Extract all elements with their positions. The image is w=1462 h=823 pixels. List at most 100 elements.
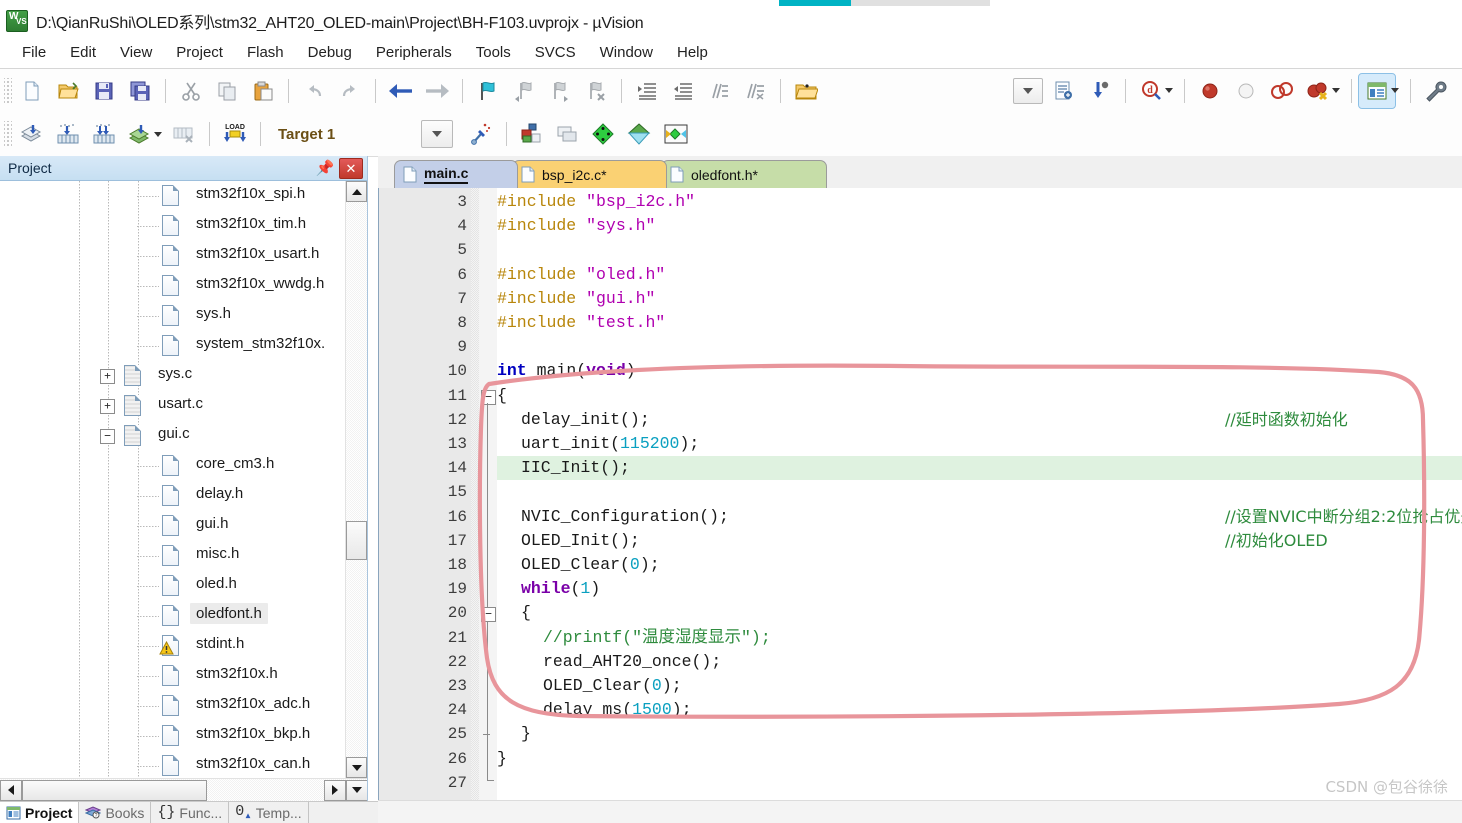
window-layout-caret-icon[interactable] xyxy=(1391,88,1399,93)
navigate-back-icon[interactable] xyxy=(383,74,419,108)
batch-build-caret-icon[interactable] xyxy=(154,131,162,137)
breakpoint-disable-icon[interactable] xyxy=(1228,74,1264,108)
editor-tab-oledfonth[interactable]: oledfont.h* xyxy=(661,160,827,188)
menu-item-debug[interactable]: Debug xyxy=(296,41,364,64)
find-in-files-icon[interactable] xyxy=(788,74,824,108)
menu-item-project[interactable]: Project xyxy=(164,41,235,64)
bookmark-next-icon[interactable] xyxy=(542,74,578,108)
tree-item[interactable]: core_cm3.h xyxy=(0,451,339,481)
scroll-right-button[interactable] xyxy=(324,779,346,801)
project-tree-vertical-scrollbar[interactable] xyxy=(345,181,367,778)
hscroll-thumb[interactable] xyxy=(22,779,207,801)
menu-item-svcs[interactable]: SVCS xyxy=(523,41,588,64)
tree-item[interactable]: delay.h xyxy=(0,481,339,511)
build-toolbar-grip[interactable] xyxy=(4,121,12,147)
tree-item[interactable]: stm32f10x_spi.h xyxy=(0,181,339,211)
tree-item[interactable]: stm32f10x_bkp.h xyxy=(0,721,339,751)
dropdown-toggle-icon[interactable] xyxy=(1010,74,1046,108)
stop-build-icon[interactable] xyxy=(166,117,202,151)
editor-tab-bspi2cc[interactable]: bsp_i2c.c* xyxy=(512,160,667,188)
open-file-icon[interactable] xyxy=(50,74,86,108)
breakpoint-insert-icon[interactable] xyxy=(1192,74,1228,108)
tree-item[interactable]: stm32f10x_usart.h xyxy=(0,241,339,271)
close-icon[interactable]: ✕ xyxy=(339,157,363,179)
uncomment-icon[interactable] xyxy=(737,74,773,108)
bookmark-toggle-icon[interactable] xyxy=(470,74,506,108)
bookmark-prev-icon[interactable] xyxy=(506,74,542,108)
toolbar-grip[interactable] xyxy=(4,77,12,104)
scroll-up-button[interactable] xyxy=(346,181,367,202)
batch-build-icon[interactable] xyxy=(122,117,158,151)
panel-tab-project[interactable]: Project xyxy=(0,801,80,823)
target-options-icon[interactable] xyxy=(463,117,499,151)
software-packs-icon[interactable] xyxy=(658,117,694,151)
tree-item[interactable]: gui.h xyxy=(0,511,339,541)
tree-item[interactable]: + sys.c xyxy=(0,361,339,391)
tree-item[interactable]: stdint.h xyxy=(0,631,339,661)
menu-item-edit[interactable]: Edit xyxy=(58,41,108,64)
target-dropdown-button[interactable] xyxy=(421,120,454,148)
rebuild-icon[interactable] xyxy=(86,117,122,151)
tree-item[interactable]: stm32f10x_adc.h xyxy=(0,691,339,721)
breakpoint-disable-all-icon[interactable] xyxy=(1264,74,1300,108)
download-icon[interactable]: LOAD xyxy=(217,117,253,151)
indent-left-icon[interactable] xyxy=(665,74,701,108)
target-selector[interactable]: Target 1 xyxy=(268,126,345,143)
fold-collapse-while[interactable]: − xyxy=(481,607,496,623)
menu-item-view[interactable]: View xyxy=(108,41,164,64)
editor-tab-mainc[interactable]: main.c xyxy=(394,160,518,188)
translate-icon[interactable] xyxy=(14,117,50,151)
panel-tab-func[interactable]: {} Func... xyxy=(151,801,230,823)
tree-item[interactable]: stm32f10x.h xyxy=(0,661,339,691)
menu-item-peripherals[interactable]: Peripherals xyxy=(364,41,464,64)
copy-icon[interactable] xyxy=(209,74,245,108)
bookmark-clear-icon[interactable] xyxy=(578,74,614,108)
breakpoints-dropdown-caret-icon[interactable] xyxy=(1332,88,1340,93)
fold-collapse-main[interactable]: − xyxy=(481,389,496,405)
pin-icon[interactable]: 📌 xyxy=(316,159,335,177)
manage-project-items-icon[interactable] xyxy=(514,117,550,151)
redo-icon[interactable] xyxy=(332,74,368,108)
tree-item[interactable]: stm32f10x_wwdg.h xyxy=(0,271,339,301)
configure-debug-icon[interactable] xyxy=(1046,74,1082,108)
pack-installer-icon[interactable] xyxy=(586,117,622,151)
manage-run-time-icon[interactable] xyxy=(622,117,658,151)
expand-icon[interactable]: + xyxy=(100,399,115,414)
menu-item-flash[interactable]: Flash xyxy=(235,41,296,64)
multi-project-icon[interactable] xyxy=(550,117,586,151)
tree-item[interactable]: misc.h xyxy=(0,541,339,571)
code-view[interactable]: 3 #include "bsp_i2c.h" 4 #include "sys.h" 5 6… xyxy=(378,188,1462,800)
comment-icon[interactable] xyxy=(701,74,737,108)
panel-tab-temp[interactable]: 0▴ Temp... xyxy=(229,801,309,823)
tree-item[interactable]: oled.h xyxy=(0,571,339,601)
build-icon[interactable] xyxy=(50,117,86,151)
scroll-down-button-2[interactable] xyxy=(346,779,367,801)
menu-item-help[interactable]: Help xyxy=(665,41,720,64)
save-icon[interactable] xyxy=(86,74,122,108)
panel-tab-books[interactable]: ? Books xyxy=(79,801,152,823)
project-tree-horizontal-scrollbar[interactable] xyxy=(0,778,367,801)
configure-target-icon[interactable] xyxy=(1418,74,1454,108)
scroll-down-button[interactable] xyxy=(346,757,367,778)
cut-icon[interactable] xyxy=(173,74,209,108)
tree-item[interactable]: oledfont.h xyxy=(0,601,339,631)
save-all-icon[interactable] xyxy=(122,74,158,108)
new-file-icon[interactable] xyxy=(14,74,50,108)
expand-icon[interactable]: + xyxy=(100,369,115,384)
navigate-forward-icon[interactable] xyxy=(419,74,455,108)
window-layout-icon[interactable] xyxy=(1358,72,1396,109)
find-dropdown-caret-icon[interactable] xyxy=(1165,88,1173,93)
tree-item[interactable]: system_stm32f10x. xyxy=(0,331,339,361)
insert-debug-icon[interactable] xyxy=(1082,74,1118,108)
menu-item-file[interactable]: File xyxy=(10,41,58,64)
menu-item-window[interactable]: Window xyxy=(588,41,665,64)
find-icon[interactable]: d xyxy=(1133,74,1169,108)
undo-icon[interactable] xyxy=(296,74,332,108)
scroll-left-button[interactable] xyxy=(0,779,22,801)
tree-item[interactable]: − gui.c xyxy=(0,421,339,451)
tree-item[interactable]: + usart.c xyxy=(0,391,339,421)
indent-right-icon[interactable] xyxy=(629,74,665,108)
tree-item[interactable]: sys.h xyxy=(0,301,339,331)
collapse-icon[interactable]: − xyxy=(100,429,115,444)
scroll-thumb[interactable] xyxy=(346,521,367,560)
